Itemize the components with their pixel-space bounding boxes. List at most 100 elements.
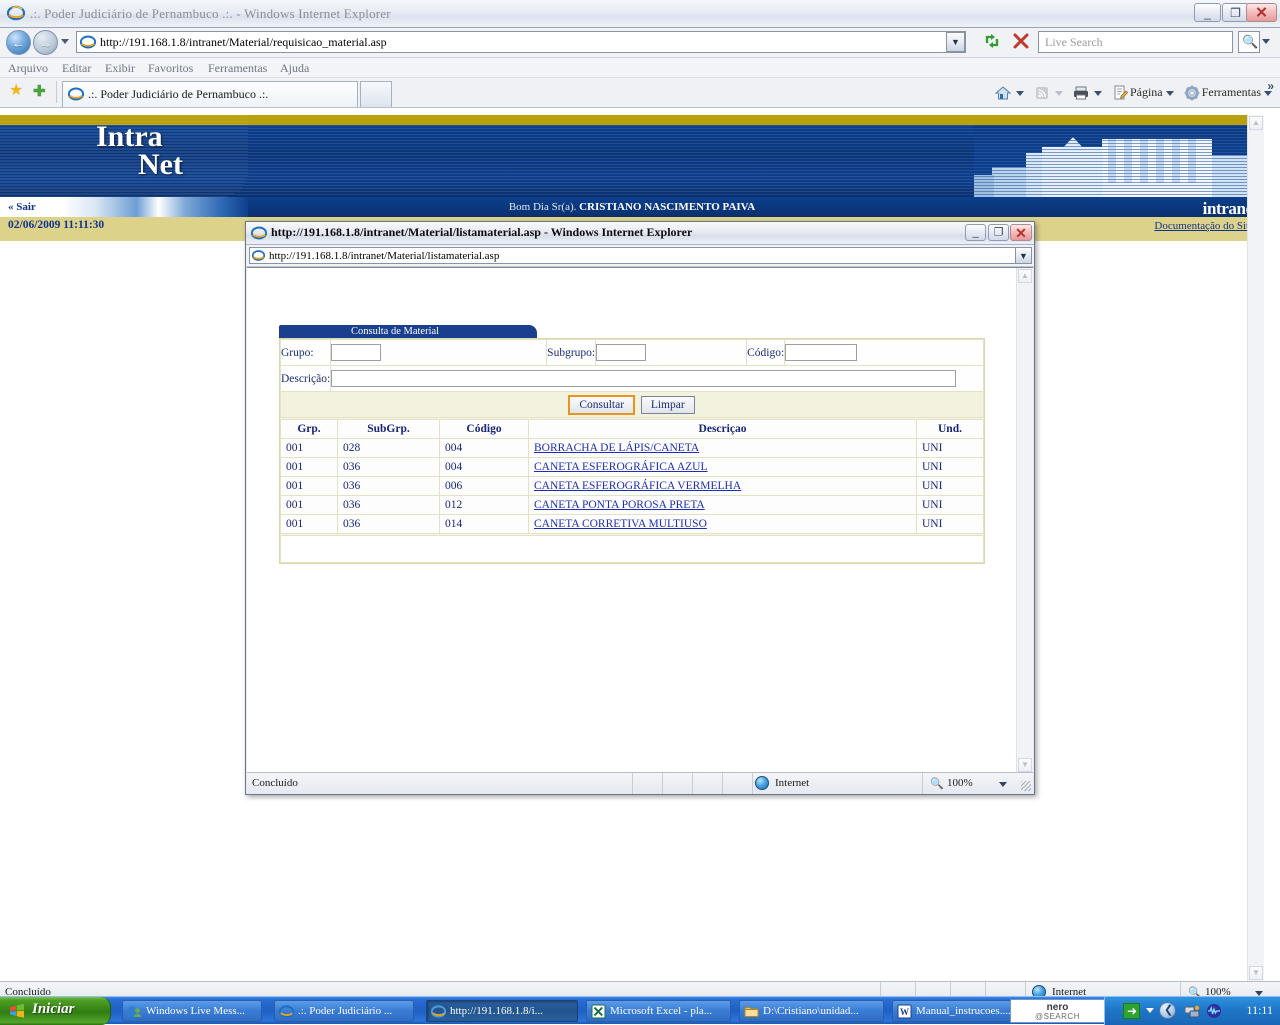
messenger-icon <box>127 1004 142 1019</box>
maximize-button[interactable]: ❐ <box>1222 3 1249 22</box>
stop-button[interactable] <box>1010 31 1034 53</box>
table-row[interactable]: 001 036 004 CANETA ESFEROGRÁFICA AZUL UN… <box>280 457 984 477</box>
tray-clock[interactable]: 11:11 <box>1247 1003 1273 1018</box>
scroll-up-button[interactable]: ▲ <box>1249 116 1263 130</box>
home-button[interactable] <box>994 81 1028 103</box>
page-icon <box>1111 84 1129 102</box>
feeds-button[interactable] <box>1033 81 1067 103</box>
status-segment <box>692 773 723 794</box>
page-chevron-down-icon[interactable] <box>1165 90 1174 96</box>
tray-dropdown-chevron-down-icon[interactable] <box>1146 1008 1154 1013</box>
scroll-up-button[interactable]: ▲ <box>1018 269 1032 283</box>
material-link[interactable]: BORRACHA DE LÁPIS/CANETA <box>534 442 699 454</box>
scroll-down-button[interactable]: ▼ <box>1018 758 1032 772</box>
table-row[interactable]: 001 036 012 CANETA PONTA POROSA PRETA UN… <box>280 495 984 515</box>
search-form-table: Grupo: Subgrupo: Código: Descrição: Cons… <box>279 339 984 418</box>
popup-address-dropdown-button[interactable]: ▼ <box>1015 247 1032 264</box>
popup-vertical-scrollbar[interactable]: ▲ ▼ <box>1016 268 1033 773</box>
overflow-chevron-icon[interactable]: » <box>1267 79 1274 93</box>
print-button[interactable] <box>1072 81 1106 103</box>
chevron-down-icon: ▼ <box>1019 250 1028 261</box>
address-input[interactable]: http://191.168.1.8/intranet/Material/req… <box>76 31 966 53</box>
table-row[interactable]: 001 036 014 CANETA CORRETIVA MULTIUSO UN… <box>280 514 984 534</box>
minimize-icon: _ <box>972 226 979 238</box>
popup-status-bar: Concluído Internet 🔍 100% <box>247 772 1033 794</box>
forward-button[interactable]: → <box>33 30 58 55</box>
ie-icon <box>278 1004 295 1019</box>
nero-go-button[interactable]: ➜ <box>1123 1003 1140 1019</box>
taskbar-item-label: Windows Live Mess... <box>146 1005 245 1017</box>
material-link[interactable]: CANETA CORRETIVA MULTIUSO <box>534 518 707 530</box>
popup-maximize-button[interactable]: ❐ <box>988 224 1009 241</box>
new-tab-button[interactable] <box>360 81 392 107</box>
menu-item-ajuda[interactable]: Ajuda <box>280 61 309 76</box>
back-button[interactable]: ← <box>6 30 31 55</box>
tools-menu-button[interactable]: Ferramentas <box>1183 81 1276 103</box>
taskbar-item-messenger[interactable]: Windows Live Mess... <box>122 1000 262 1022</box>
codigo-input[interactable] <box>785 344 858 361</box>
cell-descricao: CANETA ESFEROGRÁFICA VERMELHA <box>528 476 917 496</box>
address-dropdown-button[interactable]: ▼ <box>946 32 965 52</box>
minimize-button[interactable]: _ <box>1194 3 1221 22</box>
logout-link[interactable]: « Sair <box>8 201 36 213</box>
cell-subgrp: 036 <box>337 495 440 515</box>
taskbar-item-listamaterial[interactable]: http://191.168.1.8/i... <box>426 1000 578 1022</box>
popup-close-button[interactable]: ✕ <box>1010 224 1032 241</box>
taskbar-item-folder[interactable]: D:\Cristiano\unidad... <box>739 1000 884 1022</box>
scroll-down-button[interactable]: ▼ <box>1249 966 1263 980</box>
limpar-button[interactable]: Limpar <box>640 395 695 414</box>
col-header-descricao: Descriçao <box>528 419 917 439</box>
table-row[interactable]: 001 028 004 BORRACHA DE LÁPIS/CANETA UNI <box>280 438 984 458</box>
material-link[interactable]: CANETA PONTA POROSA PRETA <box>534 499 705 511</box>
refresh-button[interactable] <box>982 31 1006 53</box>
tab-poder-judiciario[interactable]: .:. Poder Judiciário de Pernambuco .:. <box>62 81 358 107</box>
search-go-button[interactable]: 🔍 <box>1238 31 1260 53</box>
menu-item-arquivo[interactable]: Arquivo <box>8 61 48 76</box>
main-browser-window: .:. Poder Judiciário de Pernambuco .:. -… <box>0 0 1280 1003</box>
print-chevron-down-icon[interactable] <box>1093 90 1102 96</box>
taskbar-item-excel[interactable]: Microsoft Excel - pla... <box>586 1000 731 1022</box>
search-input[interactable]: Live Search <box>1038 31 1233 53</box>
material-link[interactable]: CANETA ESFEROGRÁFICA AZUL <box>534 461 708 473</box>
col-header-codigo: Código <box>439 419 529 439</box>
popup-page-viewport: Consulta de Material Grupo: Subgrupo: Có… <box>247 267 1033 773</box>
search-provider-chevron-down-icon[interactable] <box>1262 39 1270 44</box>
close-button[interactable]: ✕ <box>1246 3 1277 22</box>
recent-pages-chevron-down-icon[interactable] <box>61 39 69 44</box>
consultar-button[interactable]: Consultar <box>568 394 636 415</box>
resize-grip[interactable] <box>1021 781 1031 791</box>
menu-item-exibir[interactable]: Exibir <box>105 61 135 76</box>
home-chevron-down-icon[interactable] <box>1015 90 1024 96</box>
menu-item-editar[interactable]: Editar <box>62 61 91 76</box>
windows-taskbar: Iniciar Windows Live Mess... .:. Poder J… <box>0 996 1280 1025</box>
descricao-input[interactable] <box>331 370 957 387</box>
grupo-input[interactable] <box>331 344 382 361</box>
col-header-grp: Grp. <box>280 419 338 439</box>
tray-expand-button[interactable]: ❮ <box>1159 1002 1176 1019</box>
cell-descricao: CANETA ESFEROGRÁFICA AZUL <box>528 457 917 477</box>
add-to-favorites-icon[interactable]: ✚ <box>33 84 46 99</box>
menu-item-favoritos[interactable]: Favoritos <box>148 61 193 76</box>
favorites-star-icon[interactable]: ★ <box>9 83 23 99</box>
menu-item-ferramentas[interactable]: Ferramentas <box>208 61 267 76</box>
audio-volume-icon[interactable] <box>1206 1003 1222 1019</box>
main-vertical-scrollbar[interactable]: ▲ ▼ <box>1247 115 1264 981</box>
popup-minimize-button[interactable]: _ <box>965 224 986 241</box>
home-icon <box>994 84 1012 102</box>
descricao-label: Descrição: <box>279 365 332 392</box>
main-menu-bar: Arquivo Editar Exibir Favoritos Ferramen… <box>0 58 1280 78</box>
popup-address-input[interactable]: http://191.168.1.8/intranet/Material/lis… <box>249 247 1019 264</box>
documentation-link[interactable]: Documentação do Site <box>1154 220 1254 232</box>
taskbar-item-poder-judiciario[interactable]: .:. Poder Judiciário ... <box>274 1000 414 1022</box>
start-button[interactable]: Iniciar <box>0 997 111 1025</box>
popup-title-bar[interactable]: http://191.168.1.8/intranet/Material/lis… <box>246 222 1034 245</box>
page-menu-button[interactable]: Página <box>1111 81 1178 103</box>
tools-menu-label: Ferramentas <box>1201 85 1261 99</box>
subgrupo-input[interactable] <box>596 344 647 361</box>
network-icon[interactable] <box>1184 1003 1200 1019</box>
material-link[interactable]: CANETA ESFEROGRÁFICA VERMELHA <box>534 480 741 492</box>
zoom-chevron-down-icon[interactable] <box>999 782 1007 787</box>
nero-search-bar[interactable]: nero @SEARCH <box>1010 999 1105 1023</box>
forward-arrow-icon: → <box>39 35 52 50</box>
table-row[interactable]: 001 036 006 CANETA ESFEROGRÁFICA VERMELH… <box>280 476 984 496</box>
